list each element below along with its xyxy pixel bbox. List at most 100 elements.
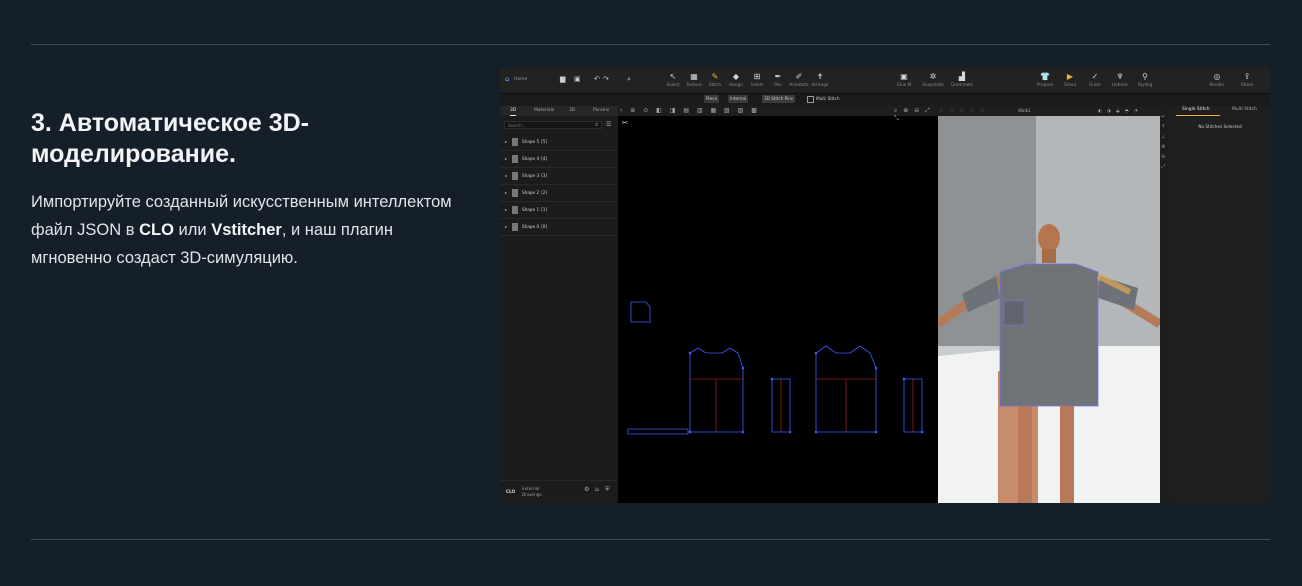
- shape-list-item[interactable]: ▸ Shape 4 [4]: [500, 151, 618, 168]
- home-label[interactable]: Home: [514, 77, 527, 82]
- toolbar-arrange-tool[interactable]: ✝ Arrange: [809, 71, 831, 88]
- 2d-tools-icons[interactable]: ‹ ⊕ ⊙ ◧ ◨ ▤ ▥ ▦ ▧ ▨ ▩: [620, 107, 760, 114]
- shape-search-input[interactable]: Search...: [504, 121, 602, 129]
- insert-icon: ⊞: [753, 72, 761, 81]
- gine-m-label: Gine M: [896, 82, 912, 87]
- piece-toggle[interactable]: Piece: [704, 95, 720, 103]
- 3d-view-icons[interactable]: ⛶ ⛶ ⛶ ⛶ ⛶: [940, 108, 987, 113]
- tab-3d[interactable]: 3D: [510, 106, 517, 116]
- home-icon[interactable]: ⌂: [505, 75, 509, 83]
- redo-icon[interactable]: ↷: [603, 75, 609, 83]
- pen-label: Pen: [774, 82, 782, 87]
- shape-list-item[interactable]: ▸ Shape 1 [1]: [500, 202, 618, 219]
- insert-label: Insert: [750, 82, 763, 87]
- shape-thumbnail: [512, 155, 518, 163]
- tab-single-stitch[interactable]: Single Stitch: [1182, 107, 1210, 112]
- shape-label: Shape 2: [522, 190, 540, 195]
- stitch-panel: Single Stitch Multi Stitch No Stitches S…: [1170, 106, 1270, 503]
- mode-subbar: Piece Internal 3D Stitch Pins Multi Stit…: [500, 94, 1270, 105]
- shape-list: ▸ Shape 5 [5] ▸ Shape 4 [4] ▸ Shape 3 [3] ▸ Shape …: [500, 134, 618, 236]
- toolbar-gine-m-tool[interactable]: ▣ Gine M: [893, 71, 915, 88]
- vertical-tool-icons[interactable]: ↵ ⇡ ⇣ ⊕ ⊖ ⤢: [1161, 112, 1169, 172]
- tab-multi-stitch[interactable]: Multi Stitch: [1232, 107, 1257, 112]
- assign-icon: ◆: [732, 72, 740, 81]
- toolbar-styling-tool[interactable]: ⚲ Styling: [1134, 71, 1156, 88]
- chevron-right-icon[interactable]: ▸: [505, 173, 507, 178]
- left-panel-tabs: 3D Materials 3D Params: [500, 106, 618, 116]
- toolbar-stitch-tool[interactable]: ✎ Stitch: [704, 71, 726, 88]
- shape-list-item[interactable]: ▸ Shape 0 [0]: [500, 219, 618, 236]
- snapshots-label: Snapshots: [922, 82, 944, 87]
- brand-vstitcher: Vstitcher: [211, 221, 282, 239]
- shape-list-item[interactable]: ▸ Shape 3 [3]: [500, 168, 618, 185]
- list-options-icon[interactable]: ☰: [606, 121, 611, 128]
- shape-thumbnail: [512, 189, 518, 197]
- chevron-right-icon[interactable]: ▸: [505, 207, 507, 212]
- tab-3d-secondary[interactable]: 3D: [569, 106, 575, 116]
- toolbar-assign-tool[interactable]: ◆ Assign: [725, 71, 747, 88]
- folder-icon[interactable]: ▆: [560, 75, 565, 83]
- 3d-view-toolbar: ⛶ ⛶ ⛶ ⛶ ⛶ Walk1 ◐ ◑ ◒ ◓ ◔: [938, 106, 1160, 116]
- undo-icon[interactable]: ↶: [594, 75, 600, 83]
- external-drawings-line1[interactable]: External: [522, 486, 539, 491]
- toolbar-grommets-tool[interactable]: ▟ Grommets: [951, 71, 973, 88]
- toolbar-insert-tool[interactable]: ⊞ Insert: [746, 71, 768, 88]
- shape-count: [5]: [541, 139, 548, 144]
- toolbar-select-tool[interactable]: ↖ Select: [662, 71, 684, 88]
- shape-list-item[interactable]: ▸ Shape 2 [2]: [500, 185, 618, 202]
- main-toolbar: ⌂ Home ▆ ▣ ↶ ↷ ⌕ ↖ Select ▦ Texture ✎ Stitch ◆…: [500, 68, 1270, 94]
- prepare-icon: 👕: [1040, 72, 1050, 81]
- toolbar-snapshots-tool[interactable]: ✲ Snapshots: [922, 71, 944, 88]
- toolbar-texture-tool[interactable]: ▦ Texture: [683, 71, 705, 88]
- shape-label: Shape 5: [522, 139, 540, 144]
- share-icon: ⇪: [1243, 72, 1251, 81]
- tab-params[interactable]: Params: [593, 106, 609, 116]
- avatar-select[interactable]: Walk1: [1018, 108, 1031, 113]
- select-label: Select: [666, 82, 680, 87]
- chevron-right-icon[interactable]: ▸: [505, 190, 507, 195]
- external-drawings-line2[interactable]: Drawings: [522, 492, 542, 497]
- info-icon[interactable]: ⛨: [605, 486, 610, 494]
- description-part-2: или: [173, 221, 212, 239]
- finish-label: Finish: [1089, 82, 1101, 87]
- multi-stitch-checkbox[interactable]: [807, 96, 814, 103]
- shape-name: Shape 2 [2]: [522, 190, 547, 195]
- toolbar-uvtress-tool[interactable]: ♆ Uvtress: [1109, 71, 1131, 88]
- toolbar-share-tool[interactable]: ⇪ Share: [1236, 71, 1258, 88]
- toolbar-finish-tool[interactable]: ✓ Finish: [1084, 71, 1106, 88]
- shape-count: [4]: [541, 156, 548, 161]
- chevron-right-icon[interactable]: ▸: [505, 156, 507, 161]
- gine-m-icon: ▣: [900, 72, 908, 81]
- arrange-icon: ✝: [816, 72, 824, 81]
- assign-label: Assign: [729, 82, 743, 87]
- avatar-3d-view[interactable]: ⛶ ⛶ ⛶ ⛶ ⛶ Walk1 ◐ ◑ ◒ ◓ ◔: [938, 106, 1160, 503]
- stitch-pins-toggle[interactable]: 3D Stitch Pins: [762, 95, 796, 103]
- pattern-piece-collar: [630, 301, 651, 323]
- toolbar-annotate-tool[interactable]: ✐ Annotate: [788, 71, 810, 88]
- chevron-right-icon[interactable]: ▸: [505, 224, 507, 229]
- chevron-right-icon[interactable]: ▸: [505, 139, 507, 144]
- shape-thumbnail: [512, 223, 518, 231]
- styling-icon: ⚲: [1142, 72, 1148, 81]
- search-icon[interactable]: ⌕: [627, 75, 631, 84]
- toolbar-simul-tool[interactable]: ▶ Simul: [1059, 71, 1081, 88]
- styling-label: Styling: [1137, 82, 1153, 87]
- display-icons[interactable]: ◐ ◑ ◒ ◓ ◔: [1098, 108, 1140, 113]
- settings-icon[interactable]: ⚙: [584, 486, 589, 493]
- tab-materials[interactable]: Materials: [534, 106, 554, 116]
- shop-icon[interactable]: ⌂: [595, 486, 599, 493]
- pattern-2d-view[interactable]: ‹ ⊕ ⊙ ◧ ◨ ▤ ▥ ▦ ▧ ▨ ▩ ⌕ ⊕ ⊖ ⤢ ⤡ ✂: [618, 106, 938, 503]
- stitch-icon: ✎: [711, 72, 719, 81]
- pattern-piece-front: [689, 347, 744, 433]
- toolbar-pen-tool[interactable]: ✒ Pen: [767, 71, 789, 88]
- search-icon[interactable]: ⌕: [595, 121, 598, 129]
- shape-list-item[interactable]: ▸ Shape 5 [5]: [500, 134, 618, 151]
- shape-name: Shape 3 [3]: [522, 173, 547, 178]
- toolbar-render-tool[interactable]: ◎ Render: [1206, 71, 1228, 88]
- toolbar-prepare-tool[interactable]: 👕 Prepare: [1034, 71, 1056, 88]
- save-icon[interactable]: ▣: [574, 75, 581, 83]
- texture-icon: ▦: [690, 72, 698, 81]
- internal-toggle[interactable]: Internal: [728, 95, 749, 103]
- annotate-label: Annotate: [789, 82, 809, 87]
- select-icon: ↖: [669, 72, 677, 81]
